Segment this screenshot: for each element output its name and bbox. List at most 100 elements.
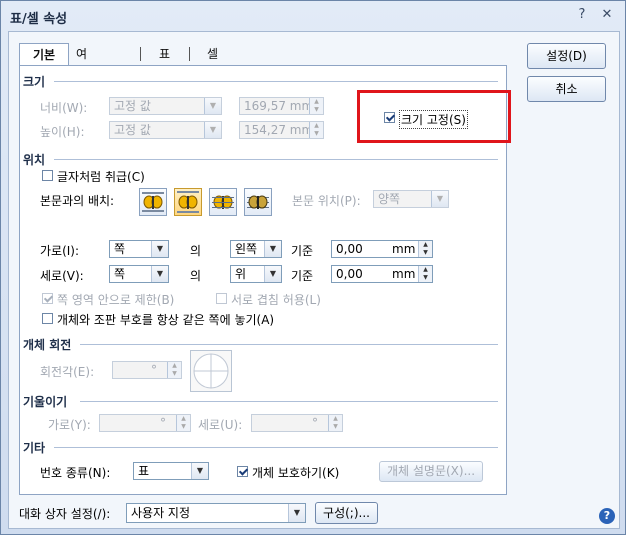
treat-as-char-label[interactable]: 글자처럼 취급(C) — [57, 168, 145, 185]
spin-buttons[interactable]: ▲ ▼ — [328, 415, 342, 431]
rotation-angle-spinner[interactable]: ° ▲ ▼ — [112, 361, 182, 379]
spin-buttons[interactable]: ▲ ▼ — [167, 362, 181, 378]
spin-buttons[interactable]: ▲ ▼ — [418, 241, 432, 257]
divider — [54, 159, 498, 160]
base-label: 기준 — [291, 244, 314, 258]
spin-buttons[interactable]: ▲ ▼ — [309, 122, 323, 138]
vertical-offset-value: 0,00 — [336, 267, 363, 281]
height-value: 154,27 mm — [244, 123, 314, 137]
ok-button[interactable]: 설정(D) — [527, 43, 606, 69]
unit-label: mm — [392, 267, 416, 281]
same-page-checkbox[interactable] — [42, 313, 53, 324]
dialog-setting-select[interactable]: 사용자 지정 ▼ — [126, 503, 306, 523]
vertical-align-select[interactable]: 위 ▼ — [230, 265, 282, 283]
divider — [80, 401, 498, 402]
divider — [80, 344, 498, 345]
spin-up-icon: ▲ — [333, 415, 338, 422]
number-type-select[interactable]: 표 ▼ — [133, 462, 209, 480]
allow-overlap-checkbox[interactable] — [216, 293, 227, 304]
horizontal-reference-value: 쪽 — [114, 242, 126, 256]
close-button[interactable]: ✕ — [599, 7, 615, 23]
protect-object-label[interactable]: 개체 보호하기(K) — [252, 464, 339, 481]
tab-table[interactable]: 표 — [159, 43, 170, 65]
chevron-down-icon: ▼ — [264, 266, 281, 282]
body-position-value: 양쪽 — [378, 192, 401, 206]
horizontal-offset-spinner[interactable]: 0,00 mm ▲ ▼ — [331, 240, 433, 258]
tab-basic[interactable]: 기본 — [19, 43, 69, 67]
chevron-down-icon: ▼ — [191, 463, 208, 479]
same-page-label[interactable]: 개체와 조판 부호를 항상 같은 쪽에 놓기(A) — [57, 311, 274, 328]
width-mode-select[interactable]: 고정 값 ▼ — [109, 97, 222, 115]
butterfly-icon — [177, 191, 199, 213]
rotation-section-header: 개체 회전 — [23, 338, 72, 352]
wrap-top-bottom-button[interactable] — [174, 188, 202, 216]
help-title-button[interactable]: ? — [574, 7, 590, 23]
wrap-in-front-button[interactable] — [244, 188, 272, 216]
limit-to-page-checkbox[interactable] — [42, 293, 53, 304]
vertical-reference-select[interactable]: 쪽 ▼ — [109, 265, 169, 283]
skew-vertical-spinner[interactable]: ° ▲ ▼ — [251, 414, 343, 432]
divider — [54, 447, 498, 448]
rotation-dial[interactable] — [190, 350, 232, 392]
limit-to-page-label[interactable]: 쪽 영역 안으로 제한(B) — [57, 291, 174, 308]
spin-down-icon: ▼ — [172, 370, 177, 377]
allow-overlap-label[interactable]: 서로 겹침 허용(L) — [231, 291, 321, 308]
skew-section-header: 기울이기 — [23, 395, 68, 409]
horizontal-label: 가로(I): — [40, 244, 80, 258]
width-label: 너비(W): — [40, 101, 88, 115]
spin-down-icon: ▼ — [423, 249, 428, 256]
height-mode-select[interactable]: 고정 값 ▼ — [109, 121, 222, 139]
highlight-box — [357, 90, 511, 143]
skew-horizontal-label: 가로(Y): — [48, 418, 91, 432]
horizontal-align-select[interactable]: 왼쪽 ▼ — [230, 240, 282, 258]
dialog-setting-value: 사용자 지정 — [131, 506, 191, 520]
divider — [54, 81, 498, 82]
horizontal-offset-value: 0,00 — [336, 242, 363, 256]
chevron-down-icon: ▼ — [264, 241, 281, 257]
spin-down-icon: ▼ — [314, 106, 319, 113]
number-type-value: 표 — [138, 464, 150, 478]
dialog-title: 표/셀 속성 — [10, 12, 68, 27]
chevron-down-icon: ▼ — [151, 266, 168, 282]
help-icon[interactable]: ? — [599, 508, 615, 524]
height-value-spinner[interactable]: 154,27 mm ▲ ▼ — [239, 121, 324, 139]
height-mode-value: 고정 값 — [114, 123, 151, 137]
cancel-button[interactable]: 취소 — [527, 76, 606, 102]
degree-unit: ° — [160, 416, 166, 430]
etc-section-header: 기타 — [23, 441, 46, 455]
properties-dialog: 표/셀 속성 ? ✕ 기본 여백/캡션 표 셀 크기 너비(W): 고정 값 ▼… — [0, 0, 626, 535]
spin-up-icon: ▲ — [181, 415, 186, 422]
vertical-offset-spinner[interactable]: 0,00 mm ▲ ▼ — [331, 265, 433, 283]
chevron-down-icon: ▼ — [151, 241, 168, 257]
tab-separator — [189, 47, 190, 61]
dialog-setting-label: 대화 상자 설정(/): — [19, 507, 111, 521]
butterfly-icon — [142, 192, 164, 212]
skew-horizontal-spinner[interactable]: ° ▲ ▼ — [99, 414, 191, 432]
vertical-reference-value: 쪽 — [114, 267, 126, 281]
size-section-header: 크기 — [23, 75, 46, 89]
object-description-button[interactable]: 개체 설명문(X)... — [379, 461, 483, 482]
width-value: 169,57 mm — [244, 99, 314, 113]
horizontal-reference-select[interactable]: 쪽 ▼ — [109, 240, 169, 258]
tab-margin-caption[interactable]: 여백/캡션 — [76, 43, 91, 127]
spin-down-icon: ▼ — [333, 423, 338, 430]
width-value-spinner[interactable]: 169,57 mm ▲ ▼ — [239, 97, 324, 115]
title-bar: 표/셀 속성 ? ✕ — [1, 1, 625, 31]
spin-buttons[interactable]: ▲ ▼ — [309, 98, 323, 114]
chevron-down-icon: ▼ — [204, 122, 221, 138]
skew-vertical-label: 세로(U): — [198, 418, 243, 432]
wrap-behind-text-button[interactable] — [209, 188, 237, 216]
spin-buttons[interactable]: ▲ ▼ — [418, 266, 432, 282]
rotation-angle-label: 회전각(E): — [40, 365, 95, 379]
spin-up-icon: ▲ — [423, 266, 428, 273]
butterfly-icon — [212, 195, 234, 209]
wrap-square-button[interactable] — [139, 188, 167, 216]
tab-cell[interactable]: 셀 — [207, 43, 218, 65]
protect-object-checkbox[interactable] — [237, 466, 248, 477]
treat-as-char-checkbox[interactable] — [42, 170, 53, 181]
chevron-down-icon: ▼ — [288, 504, 305, 522]
compose-button[interactable]: 구성(;)... — [315, 502, 378, 524]
body-position-select[interactable]: 양쪽 ▼ — [373, 190, 449, 208]
width-mode-value: 고정 값 — [114, 99, 151, 113]
spin-buttons[interactable]: ▲ ▼ — [176, 415, 190, 431]
